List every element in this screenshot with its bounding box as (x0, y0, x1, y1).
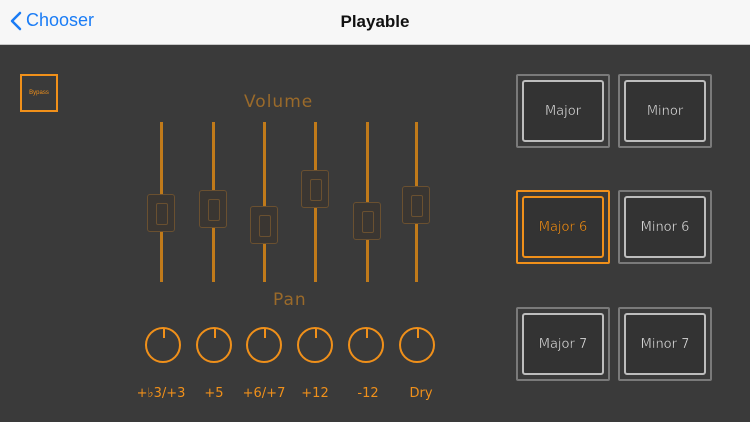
fader-thumb[interactable] (147, 194, 175, 232)
volume-fader-6[interactable] (402, 122, 432, 282)
pad-label: Major 6 (538, 219, 588, 235)
pad-label: Minor 6 (640, 219, 690, 235)
fader-track (263, 122, 266, 282)
pad-label: Major 7 (538, 336, 588, 352)
volume-fader-5[interactable] (353, 122, 383, 282)
navigation-bar: Chooser Playable (0, 0, 750, 45)
pad-minor[interactable]: Minor (618, 74, 712, 148)
channel-label: +♭3/+3 (136, 386, 186, 401)
pan-knob-3[interactable] (246, 327, 282, 363)
fader-thumb[interactable] (402, 186, 430, 224)
bypass-label: Bypass (29, 90, 49, 96)
volume-fader-1[interactable] (147, 122, 177, 282)
page-title: Playable (340, 12, 410, 31)
pan-knob-2[interactable] (196, 327, 232, 363)
pad-label: Major (544, 103, 582, 119)
channel-label: +6/+7 (242, 386, 286, 401)
pad-major-7[interactable]: Major 7 (516, 307, 610, 381)
pan-knob-1[interactable] (145, 327, 181, 363)
volume-fader-4[interactable] (301, 122, 331, 282)
fader-thumb[interactable] (250, 206, 278, 244)
pad-label: Minor 7 (640, 336, 690, 352)
channel-label: Dry (409, 386, 433, 401)
pan-label: Pan (273, 290, 307, 310)
pad-major[interactable]: Major (516, 74, 610, 148)
volume-label: Volume (244, 92, 314, 112)
channel-label: +12 (301, 386, 329, 401)
pan-knob-6[interactable] (399, 327, 435, 363)
fader-thumb[interactable] (301, 170, 329, 208)
pan-knob-5[interactable] (348, 327, 384, 363)
volume-fader-2[interactable] (199, 122, 229, 282)
channel-label: +5 (204, 386, 224, 401)
fader-thumb[interactable] (199, 190, 227, 228)
pan-knob-4[interactable] (297, 327, 333, 363)
fader-thumb[interactable] (353, 202, 381, 240)
pad-label: Minor (646, 103, 684, 119)
pad-major-6[interactable]: Major 6 (516, 190, 610, 264)
volume-fader-3[interactable] (250, 122, 280, 282)
channel-label: -12 (357, 386, 379, 401)
pad-minor-6[interactable]: Minor 6 (618, 190, 712, 264)
pad-minor-7[interactable]: Minor 7 (618, 307, 712, 381)
bypass-button[interactable]: Bypass (20, 74, 58, 112)
